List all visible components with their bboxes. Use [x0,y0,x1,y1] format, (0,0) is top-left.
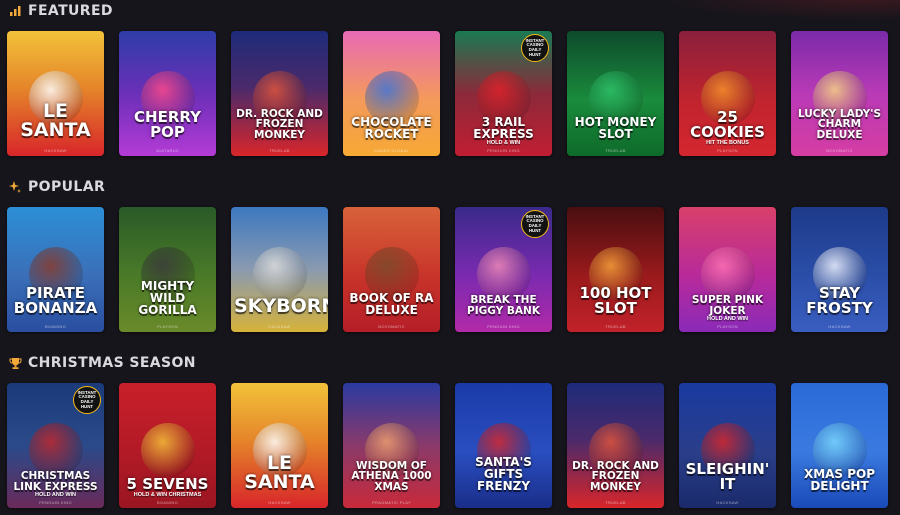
game-title: DR. ROCK AND FROZEN MONKEY [236,107,323,141]
game-provider: HACKSAW [716,500,739,505]
game-provider: HACKSAW [268,500,291,505]
game-title: 25 COOKIES [690,108,765,141]
game-title: BOOK OF RA DELUXE [349,291,434,317]
daily-hunt-badge: INSTANT CASINO DAILY HUNT [73,386,101,414]
game-provider: PENGUIN KING [487,324,520,329]
game-card[interactable]: INSTANT CASINO DAILY HUNT BREAK THE PIGGY… [455,207,552,332]
game-subtitle: HOLD AND WIN [706,316,749,322]
game-title: CHOCOLATE ROCKET [351,115,432,141]
game-card[interactable]: CHOCOLATE ROCKET GAMES GLOBAL [343,31,440,156]
game-title: LE SANTA [20,100,91,141]
section-header: CHRISTMAS SEASON [0,352,900,374]
game-provider: HACKSAW [268,324,291,329]
section-featured: FEATURED LE SANTA HACKSAW CHERRY POP AVATARU… [0,0,900,156]
game-card[interactable]: 5 SEVENS HOLD & WIN CHRISTMAS BGAMING [119,383,216,508]
game-provider: NOVOMATIC [378,324,405,329]
game-title: SLEIGHIN' IT [685,460,770,493]
game-card[interactable]: SKYBORN HACKSAW [231,207,328,332]
section-title: POPULAR [28,179,106,195]
game-title: CHERRY POP [134,108,201,141]
section-popular: POPULAR PIRATE BONANZA BGAMING MIGHTY WILD … [0,176,900,332]
game-title: BREAK THE PIGGY BANK [467,294,540,317]
sparkle-icon [8,180,22,194]
section-header: FEATURED [0,0,900,22]
game-card[interactable]: INSTANT CASINO DAILY HUNT 3 RAIL EXPRESS H… [455,31,552,156]
game-card[interactable]: MIGHTY WILD GORILLA PLAYSON [119,207,216,332]
game-subtitle: HOLD & WIN [486,140,521,146]
game-card[interactable]: SLEIGHIN' IT HACKSAW [679,383,776,508]
game-provider: PENGUIN KING [487,148,520,153]
game-provider: BGAMING [157,500,178,505]
game-provider: NOVOMATIC [826,148,853,153]
game-title: LUCKY LADY'S CHARM DELUXE [797,107,882,141]
game-card[interactable]: LE SANTA HACKSAW [231,383,328,508]
game-provider: BGAMING [45,324,66,329]
game-provider: TRUELAB [605,324,626,329]
game-title: HOT MONEY SLOT [574,115,657,141]
game-card[interactable]: XMAS POP DELIGHT [791,383,888,508]
game-card[interactable]: LE SANTA HACKSAW [7,31,104,156]
game-provider: PRAGMATIC PLAY [372,500,411,505]
game-title: CHRISTMAS LINK EXPRESS [13,470,98,493]
game-subtitle: HIT THE BONUS [706,140,749,146]
game-artwork [252,247,307,301]
game-card[interactable]: SUPER PINK JOKER HOLD AND WIN PLAYSON [679,207,776,332]
game-provider: TRUELAB [605,500,626,505]
game-card[interactable]: INSTANT CASINO DAILY HUNT CHRISTMAS LINK … [7,383,104,508]
game-title: STAY FROSTY [806,284,873,317]
chart-icon [8,4,22,18]
game-provider: PENGUIN KING [39,500,72,505]
game-provider: HACKSAW [828,324,851,329]
game-title: XMAS POP DELIGHT [803,467,876,493]
game-title: 3 RAIL EXPRESS [473,115,534,141]
game-title: SKYBORN [234,295,328,317]
game-provider: PLAYSON [717,324,738,329]
game-row: INSTANT CASINO DAILY HUNT CHRISTMAS LINK … [7,383,888,508]
game-card[interactable]: DR. ROCK AND FROZEN MONKEY TRUELAB [567,383,664,508]
game-title: 100 HOT SLOT [579,284,652,317]
game-card[interactable]: SANTA'S GIFTS FRENZY [455,383,552,508]
game-provider: PLAYSON [717,148,738,153]
game-card[interactable]: WISDOM OF ATHENA 1000 XMAS PRAGMATIC PLAY [343,383,440,508]
game-artwork [700,247,755,301]
game-card[interactable]: LUCKY LADY'S CHARM DELUXE NOVOMATIC [791,31,888,156]
daily-hunt-badge: INSTANT CASINO DAILY HUNT [521,210,549,238]
game-subtitle: HOLD AND WIN [34,492,77,498]
game-card[interactable]: CHERRY POP AVATARUX [119,31,216,156]
game-card[interactable]: 100 HOT SLOT TRUELAB [567,207,664,332]
game-card[interactable]: HOT MONEY SLOT TRUELAB [567,31,664,156]
game-title: LE SANTA [244,452,315,493]
game-artwork [28,423,83,477]
game-title: 5 SEVENS [126,475,209,493]
game-row: LE SANTA HACKSAW CHERRY POP AVATARUX DR. ROC… [7,31,888,156]
game-title: WISDOM OF ATHENA 1000 XMAS [351,459,432,493]
game-subtitle: HOLD & WIN CHRISTMAS [133,492,202,498]
game-provider: TRUELAB [605,148,626,153]
game-title: MIGHTY WILD GORILLA [138,279,197,317]
section-header: POPULAR [0,176,900,198]
game-artwork [476,247,531,301]
section-christmas-season: CHRISTMAS SEASON INSTANT CASINO DAILY HUN… [0,352,900,508]
section-title: CHRISTMAS SEASON [28,355,196,371]
game-card[interactable]: STAY FROSTY HACKSAW [791,207,888,332]
game-provider: GAMES GLOBAL [373,148,410,153]
section-title: FEATURED [28,3,113,19]
game-provider: HACKSAW [44,148,67,153]
game-provider: AVATARUX [156,148,179,153]
game-title: SUPER PINK JOKER [691,294,764,317]
game-card[interactable]: 25 COOKIES HIT THE BONUS PLAYSON [679,31,776,156]
game-artwork [140,423,195,477]
game-row: PIRATE BONANZA BGAMING MIGHTY WILD GORILLA… [7,207,888,332]
game-provider: PLAYSON [157,324,178,329]
daily-hunt-badge: INSTANT CASINO DAILY HUNT [521,34,549,62]
game-title: PIRATE BONANZA [13,284,98,317]
trophy-icon [8,356,22,370]
game-card[interactable]: BOOK OF RA DELUXE NOVOMATIC [343,207,440,332]
game-title: SANTA'S GIFTS FRENZY [475,455,532,493]
game-card[interactable]: PIRATE BONANZA BGAMING [7,207,104,332]
game-card[interactable]: DR. ROCK AND FROZEN MONKEY TRUELAB [231,31,328,156]
game-title: DR. ROCK AND FROZEN MONKEY [572,459,659,493]
game-provider: TRUELAB [269,148,290,153]
